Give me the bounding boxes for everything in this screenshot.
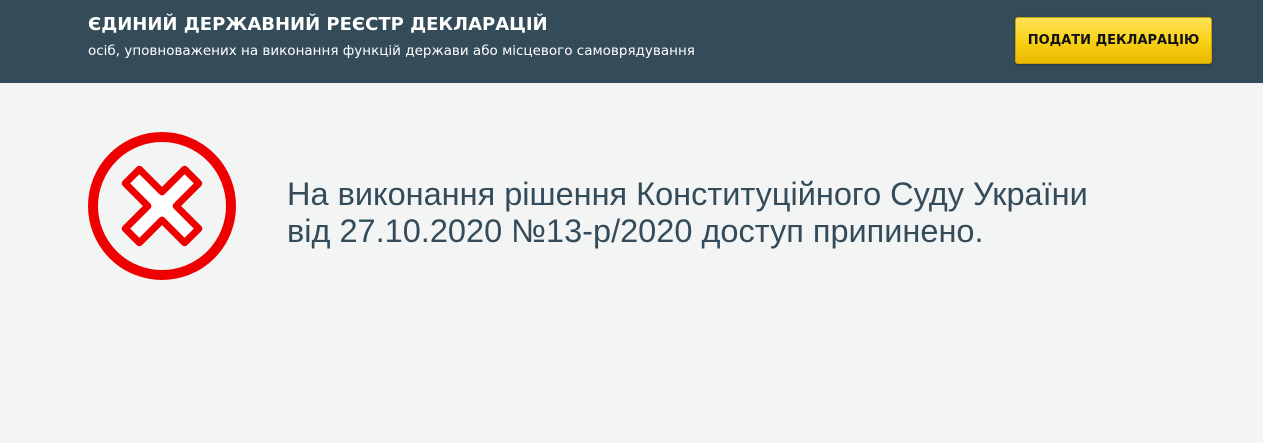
site-subtitle: осіб, уповноважених на виконання функцій… — [88, 43, 695, 59]
message-line-1: На виконання рішення Конституційного Суд… — [287, 176, 1088, 212]
access-terminated-message: На виконання рішення Конституційного Суд… — [287, 176, 1217, 250]
submit-declaration-button[interactable]: ПОДАТИ ДЕКЛАРАЦІЮ — [1015, 17, 1212, 64]
brand[interactable]: ЄДИНИЙ ДЕРЖАВНИЙ РЕЄСТР ДЕКЛАРАЦІЙ осіб,… — [88, 10, 695, 61]
site-title[interactable]: ЄДИНИЙ ДЕРЖАВНИЙ РЕЄСТР ДЕКЛАРАЦІЙ — [88, 10, 695, 40]
main-content: На виконання рішення Конституційного Суд… — [0, 83, 1263, 443]
message-line-2: від 27.10.2020 №13-р/2020 доступ припине… — [287, 213, 984, 249]
error-x-circle-icon-svg — [88, 132, 236, 280]
error-x-circle-icon — [86, 130, 238, 282]
site-header: ЄДИНИЙ ДЕРЖАВНИЙ РЕЄСТР ДЕКЛАРАЦІЙ осіб,… — [0, 0, 1263, 83]
error-x-mark — [121, 165, 203, 247]
